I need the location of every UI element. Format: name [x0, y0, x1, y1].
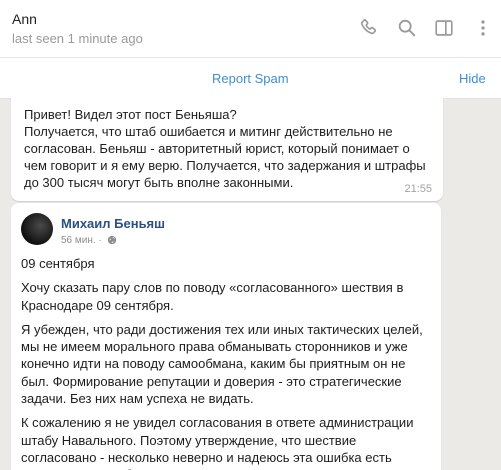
contact-status: last seen 1 minute ago	[12, 31, 143, 46]
message-bubble[interactable]: Привет! Видел этот пост Беньяша? Получае…	[11, 98, 443, 201]
phone-icon[interactable]	[358, 17, 380, 39]
chat-header: Ann last seen 1 minute ago	[0, 0, 501, 58]
post-timestamp: 56 мин. ·	[61, 235, 102, 246]
avatar[interactable]	[21, 213, 53, 245]
report-spam-button[interactable]: Report Spam	[212, 71, 289, 86]
search-icon[interactable]	[396, 17, 418, 39]
hide-button[interactable]: Hide	[459, 71, 486, 86]
post-paragraph: К сожалению я не увидел согласования в о…	[21, 415, 414, 470]
post-author[interactable]: Михаил Беньяш	[61, 216, 165, 231]
post-paragraph: Хочу сказать пару слов по поводу «соглас…	[21, 280, 404, 313]
post-body: 09 сентября Хочу сказать пару слов по по…	[21, 255, 433, 470]
forwarded-post[interactable]: Михаил Беньяш 56 мин. · 09 сентября Хочу…	[11, 203, 441, 470]
globe-icon	[107, 235, 117, 245]
sidebar-toggle-icon[interactable]	[433, 17, 455, 39]
spam-bar: Report Spam Hide	[0, 58, 501, 99]
post-paragraph: Я убежден, что ради достижения тех или и…	[21, 321, 423, 407]
message-time: 21:55	[404, 183, 432, 195]
contact-name[interactable]: Ann	[12, 11, 37, 27]
more-icon[interactable]	[472, 17, 494, 39]
message-text: Привет! Видел этот пост Беньяша? Получае…	[24, 107, 426, 190]
post-date: 09 сентября	[21, 256, 95, 271]
